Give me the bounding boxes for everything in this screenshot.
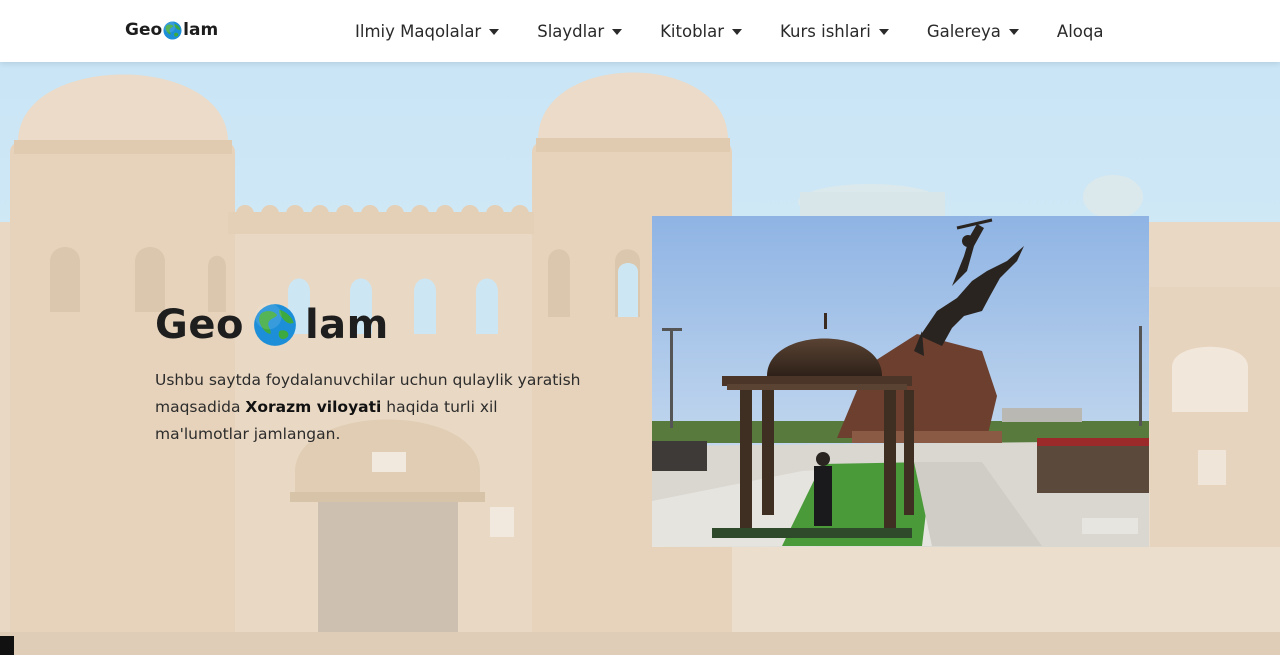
globe-icon — [254, 303, 296, 346]
site-header: Geo lam Ilmiy Maqolalar Slaydlar Kitobla… — [0, 0, 1280, 62]
caret-down-icon — [489, 28, 500, 35]
logo-text-left: Geo — [125, 20, 163, 40]
hero-desc-bold: Xorazm viloyati — [245, 398, 382, 416]
nav-item-aloqa[interactable]: Aloqa — [1057, 22, 1104, 41]
corner-badge — [0, 636, 14, 655]
caret-down-icon — [612, 28, 623, 35]
nav-label: Aloqa — [1056, 21, 1104, 41]
nav-label: Ilmiy Maqolalar — [355, 21, 482, 41]
hero-title-right: lam — [304, 302, 389, 348]
site-logo[interactable]: Geo lam — [125, 18, 218, 42]
nav-label: Kitoblar — [660, 21, 725, 41]
nav-item-galereya[interactable]: Galereya — [927, 22, 1019, 41]
globe-icon — [163, 20, 182, 40]
nav-label: Galereya — [926, 21, 1001, 41]
monument-photo-illustration — [652, 216, 1149, 547]
hero-photo-monument — [652, 216, 1149, 547]
nav-item-kurs-ishlari[interactable]: Kurs ishlari — [780, 22, 889, 41]
caret-down-icon — [878, 28, 889, 35]
main-nav: Ilmiy Maqolalar Slaydlar Kitoblar Kurs i… — [355, 0, 1103, 62]
nav-label: Slaydlar — [537, 21, 605, 41]
logo-text-right: lam — [183, 20, 219, 40]
hero-title-left: Geo — [155, 302, 244, 348]
nav-item-slaydlar[interactable]: Slaydlar — [537, 21, 623, 41]
caret-down-icon — [1008, 28, 1019, 35]
nav-item-ilmiy-maqolalar[interactable]: Ilmiy Maqolalar — [355, 21, 500, 41]
nav-item-kitoblar[interactable]: Kitoblar — [660, 21, 743, 41]
hero-title: Geo lam — [155, 302, 389, 348]
nav-label: Kurs ishlari — [780, 21, 871, 41]
hero-description: Ushbu saytda foydalanuvchilar uchun qula… — [155, 367, 585, 448]
caret-down-icon — [732, 28, 743, 35]
